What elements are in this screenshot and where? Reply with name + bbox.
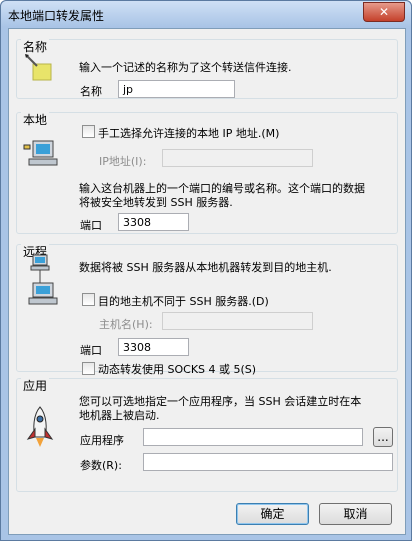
network-computers-icon (28, 254, 58, 305)
rocket-icon (26, 406, 54, 447)
pencil-note-icon (25, 54, 52, 81)
cancel-button[interactable]: 取消 (319, 503, 392, 525)
name-label: 名称 (80, 85, 102, 98)
remote-description: 数据将被 SSH 服务器从本地机器转发到目的地主机. (79, 261, 332, 274)
params-label: 参数(R): (80, 459, 122, 472)
program-label: 应用程序 (80, 434, 124, 447)
local-port-label: 端口 (80, 219, 102, 232)
browse-button[interactable]: ... (373, 427, 393, 447)
dest-host-label[interactable]: 目的地主机不同于 SSH 服务器.(D) (98, 293, 269, 309)
close-icon: ✕ (378, 5, 390, 19)
dest-host-checkbox[interactable] (82, 293, 95, 306)
name-group: 名称 输入一个记述的名称为了这个转送信件连接. 名称 jp (16, 38, 398, 99)
program-input[interactable] (143, 428, 363, 446)
dialog-body: 名称 输入一个记述的名称为了这个转送信件连接. 名称 jp 本地 手工选择允许连… (8, 28, 406, 535)
remote-port-label: 端口 (80, 344, 102, 357)
window-title: 本地端口转发属性 (8, 9, 105, 23)
name-description: 输入一个记述的名称为了这个转送信件连接. (79, 61, 292, 74)
manual-ip-checkbox[interactable] (82, 125, 95, 138)
ip-label: IP地址(I): (99, 155, 147, 168)
group-title-local: 本地 (21, 111, 50, 128)
close-button[interactable]: ✕ (363, 2, 405, 22)
params-input[interactable] (143, 453, 393, 471)
host-input[interactable] (162, 312, 313, 330)
local-port-input[interactable]: 3308 (118, 213, 189, 231)
local-description-line2: 将被安全地转发到 SSH 服务器. (79, 196, 233, 209)
computer-icon (23, 140, 58, 166)
remote-group: 远程 数据将被 SSH 服务器从本地机器转发到目的地主机. 目的地主机不同于 S… (16, 243, 398, 376)
app-description-line2: 地机器上被启动. (79, 409, 160, 422)
socks-checkbox[interactable] (82, 362, 95, 375)
remote-port-input[interactable]: 3308 (118, 338, 189, 356)
group-title-app: 应用 (21, 377, 50, 394)
ip-input[interactable] (162, 149, 313, 167)
ok-button[interactable]: 确定 (236, 503, 309, 525)
title-bar[interactable]: 本地端口转发属性 ✕ (1, 1, 411, 27)
manual-ip-label[interactable]: 手工选择允许连接的本地 IP 地址.(M) (98, 125, 279, 141)
host-label: 主机名(H): (99, 318, 153, 331)
dialog-window: 本地端口转发属性 ✕ 名称 输入一个记述的名称为了这个转送信件连接. 名称 jp… (0, 0, 412, 541)
socks-label[interactable]: 动态转发使用 SOCKS 4 或 5(S) (98, 361, 256, 377)
name-input[interactable]: jp (118, 80, 235, 98)
app-group: 应用 您可以可选地指定一个应用程序，当 SSH 会话建立时在本 地机器上被启动.… (16, 377, 398, 492)
local-group: 本地 手工选择允许连接的本地 IP 地址.(M) IP地址(I): 输入这台机器… (16, 111, 398, 234)
